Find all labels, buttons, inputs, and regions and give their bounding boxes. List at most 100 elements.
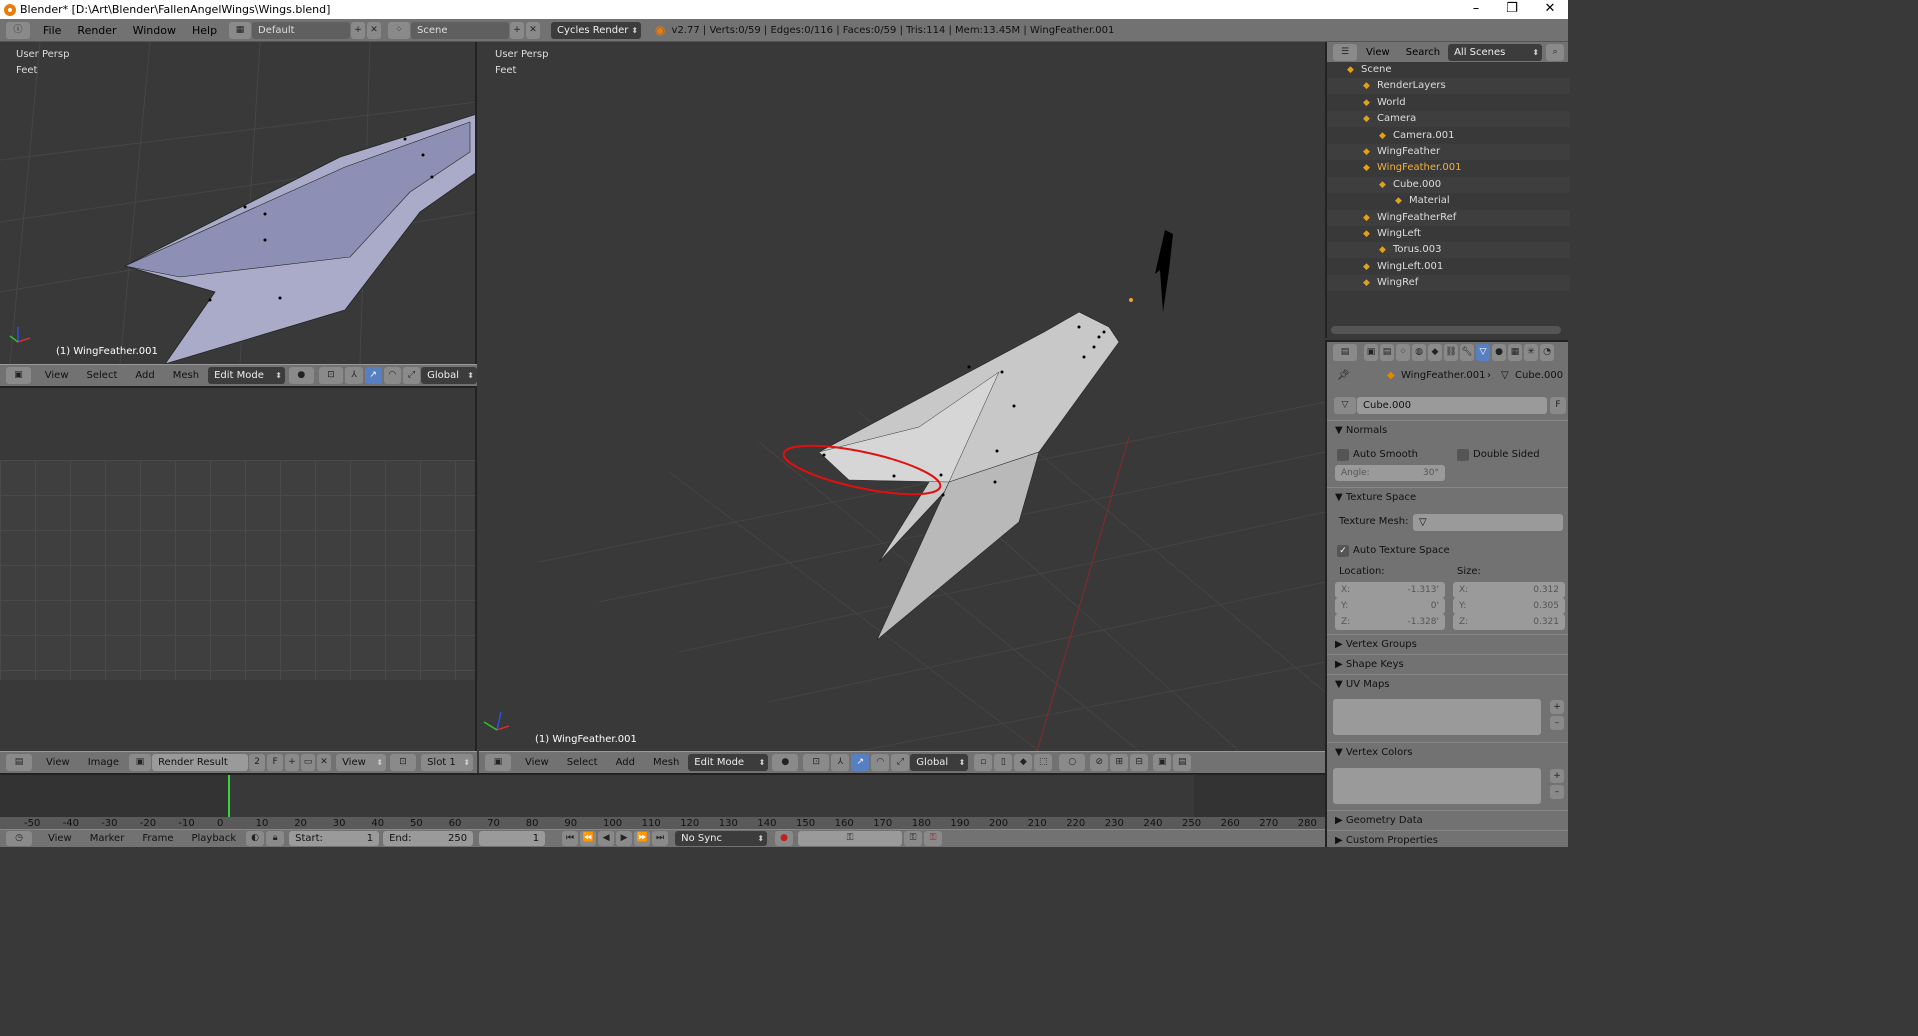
manipulator-icon[interactable]: ⅄ xyxy=(345,367,363,384)
sync-mode-select[interactable]: No Sync xyxy=(675,831,768,846)
texture-location-field[interactable]: X: -1.313' xyxy=(1335,582,1445,598)
left-mode-select[interactable]: Edit Mode xyxy=(208,367,285,384)
remove-uv-map-icon[interactable]: – xyxy=(1550,716,1564,730)
image-editor-type-icon[interactable]: ▤ xyxy=(6,754,32,771)
proportional-edit-icon[interactable]: ○ xyxy=(1059,754,1086,771)
uv-maps-list[interactable] xyxy=(1333,699,1541,735)
current-frame-marker[interactable] xyxy=(228,775,230,817)
minimize-button[interactable]: – xyxy=(1458,0,1494,19)
preview-range-icon[interactable]: ◐ xyxy=(246,831,265,846)
rotate-icon[interactable]: ◠ xyxy=(383,367,401,384)
layout-grid-icon[interactable]: ▦ xyxy=(229,21,252,39)
render-layers-tab-icon[interactable]: ▤ xyxy=(1380,343,1394,361)
image-pivot-icon[interactable]: ⊡ xyxy=(390,754,417,771)
vertex-colors-panel-header[interactable]: ▼ Vertex Colors xyxy=(1327,742,1568,761)
add-vertex-color-icon[interactable]: + xyxy=(1550,769,1564,783)
texture-location-field[interactable]: Z: -1.328' xyxy=(1335,614,1445,630)
add-scene-icon[interactable]: + xyxy=(510,21,525,39)
outliner-item[interactable]: ◆ Camera.001 xyxy=(1327,128,1570,144)
scene-field[interactable]: Scene xyxy=(411,21,510,39)
outliner-item[interactable]: ◆ WingRef xyxy=(1327,275,1570,292)
custom-properties-panel-header[interactable]: ▶ Custom Properties xyxy=(1327,830,1568,847)
lock-icon[interactable]: 🔒︎ xyxy=(266,831,285,846)
vertex-select-icon[interactable]: ▫ xyxy=(974,754,993,771)
menu-file[interactable]: File xyxy=(35,24,69,37)
modifiers-tab-icon[interactable]: 🔧︎ xyxy=(1460,343,1474,361)
angle-field[interactable]: Angle: 30° xyxy=(1335,465,1445,481)
image-menu-image[interactable]: Image xyxy=(79,757,128,768)
texture-space-panel-header[interactable]: ▼ Texture Space xyxy=(1327,487,1568,506)
layout-field[interactable]: Default xyxy=(252,21,351,39)
render-tab-icon[interactable]: ▣ xyxy=(1364,343,1378,361)
uv-maps-panel-header[interactable]: ▼ UV Maps xyxy=(1327,674,1568,693)
main-translate-icon[interactable]: ↗ xyxy=(851,754,870,771)
jump-key-back-icon[interactable]: ⏪ xyxy=(580,831,597,846)
mesh-fake-user-button[interactable]: F xyxy=(1550,397,1566,414)
outliner-filter-select[interactable]: All Scenes xyxy=(1448,43,1543,61)
editor-type-icon[interactable]: ▣ xyxy=(6,367,31,384)
jump-key-forward-icon[interactable]: ⏩ xyxy=(634,831,651,846)
keying-set-field[interactable]: ⚿ xyxy=(798,831,903,846)
texture-mesh-field[interactable]: ▽ xyxy=(1413,514,1563,531)
left-menu-add[interactable]: Add xyxy=(126,370,163,381)
face-select-icon[interactable]: ◆ xyxy=(1014,754,1033,771)
start-frame-field[interactable]: Start: 1 xyxy=(289,831,380,846)
outliner-scrollbar[interactable] xyxy=(1331,326,1561,334)
constraints-tab-icon[interactable]: ⛓ xyxy=(1444,343,1458,361)
edge-select-icon[interactable]: ▯ xyxy=(994,754,1013,771)
main-orientation-select[interactable]: Global xyxy=(910,754,969,771)
left-3d-viewport[interactable]: User Persp Feet (1) WingFeather.001 xyxy=(0,42,477,364)
main-manipulator-icon[interactable]: ⅄ xyxy=(831,754,850,771)
timeline-menu-playback[interactable]: Playback xyxy=(182,833,245,844)
outliner-item[interactable]: ◆ RenderLayers xyxy=(1327,78,1570,95)
remove-vertex-color-icon[interactable]: – xyxy=(1550,785,1564,799)
mesh-data-tab-icon[interactable]: ▽ xyxy=(1476,343,1490,361)
left-menu-select[interactable]: Select xyxy=(78,370,127,381)
texture-tab-icon[interactable]: ▦ xyxy=(1508,343,1522,361)
outliner-item[interactable]: ◆ WingLeft xyxy=(1327,226,1570,242)
image-fake-user-button[interactable]: F xyxy=(267,754,284,771)
geometry-data-panel-header[interactable]: ▶ Geometry Data xyxy=(1327,810,1568,829)
outliner-item[interactable]: ◆ WingFeather.001 xyxy=(1327,160,1570,176)
outliner-item[interactable]: ◆ WingFeatherRef xyxy=(1327,209,1570,226)
left-orientation-select[interactable]: Global xyxy=(421,367,477,384)
world-tab-icon[interactable]: ◍ xyxy=(1412,343,1426,361)
image-slot-select[interactable]: Slot 1 xyxy=(421,754,474,771)
properties-area[interactable]: 📌︎ ◆ WingFeather.001 › ▽ Cube.000 ▽ Cube… xyxy=(1325,362,1568,847)
normals-panel-header[interactable]: ▼ Normals xyxy=(1327,420,1568,439)
image-unlink-icon[interactable]: ✕ xyxy=(317,754,332,771)
insert-keyframe-icon[interactable]: ⚿ xyxy=(904,831,923,846)
image-name-field[interactable]: Render Result xyxy=(152,754,249,771)
physics-tab-icon[interactable]: ◔ xyxy=(1540,343,1554,361)
breadcrumb-object[interactable]: WingFeather.001 xyxy=(1401,370,1486,381)
main-rotate-icon[interactable]: ◠ xyxy=(871,754,890,771)
play-icon[interactable]: ▶ xyxy=(616,831,633,846)
outliner-item[interactable]: ◆ Scene xyxy=(1327,62,1570,78)
main-menu-add[interactable]: Add xyxy=(607,757,644,768)
outliner-item[interactable]: ◆ World xyxy=(1327,95,1570,111)
mesh-datablock-field[interactable]: Cube.000 xyxy=(1357,397,1547,414)
outliner-item[interactable]: ◆ Material xyxy=(1327,193,1570,209)
main-menu-view[interactable]: View xyxy=(516,757,558,768)
main-shading-icon[interactable]: ● xyxy=(772,754,799,771)
outliner-item[interactable]: ◆ Torus.003 xyxy=(1327,242,1570,259)
editor-type-icon[interactable]: ⓘ xyxy=(6,21,30,39)
auto-smooth-checkbox[interactable] xyxy=(1337,449,1349,461)
left-menu-view[interactable]: View xyxy=(36,370,78,381)
timeline-area[interactable]: -50 -40 -30 -20 -10 0 10 20 30 40 50 60 70 80 90 100 110… xyxy=(0,773,1325,831)
menu-help[interactable]: Help xyxy=(184,24,225,37)
texture-size-field[interactable]: Z: 0.321 xyxy=(1453,614,1565,630)
shape-keys-panel-header[interactable]: ▶ Shape Keys xyxy=(1327,654,1568,673)
properties-editor-type-icon[interactable]: ▤ xyxy=(1333,343,1357,361)
vertex-groups-panel-header[interactable]: ▶ Vertex Groups xyxy=(1327,634,1568,653)
breadcrumb-data[interactable]: Cube.000 xyxy=(1515,370,1563,381)
texture-location-field[interactable]: Y: 0' xyxy=(1335,598,1445,614)
main-3d-viewport[interactable]: User Persp Feet (1) WingFeather.001 xyxy=(479,42,1325,751)
scale-icon[interactable]: ⤢ xyxy=(402,367,421,384)
outliner-menu-view[interactable]: View xyxy=(1358,47,1398,58)
main-menu-mesh[interactable]: Mesh xyxy=(644,757,688,768)
limit-selection-icon[interactable]: ⬚ xyxy=(1034,754,1053,771)
delete-keyframe-icon[interactable]: ⚿ xyxy=(924,831,943,846)
remove-scene-icon[interactable]: ✕ xyxy=(526,21,541,39)
image-browse-icon[interactable]: ▣ xyxy=(129,754,152,771)
